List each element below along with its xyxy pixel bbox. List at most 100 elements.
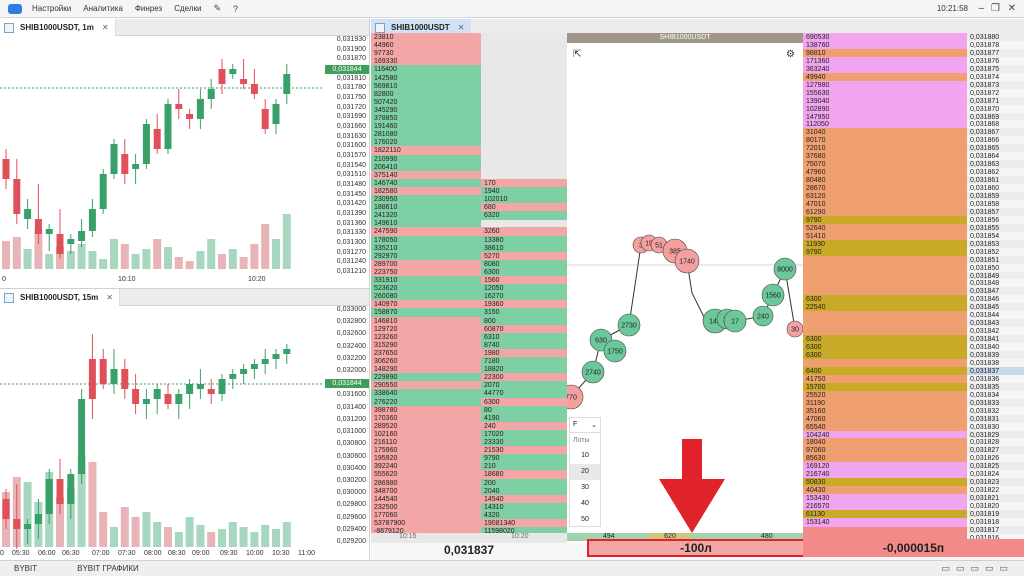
chart-15m-y-axis: 0,033000 0,032800 0,032600 0,032400 0,032200… [323, 306, 369, 546]
filter-label: F [573, 421, 578, 428]
maximize-icon[interactable]: ❐ [991, 3, 1000, 14]
volume-bar [228, 522, 237, 547]
volume-bar [153, 522, 162, 547]
y-tick-label: 0,031270 [336, 248, 366, 256]
volume-bar [88, 251, 97, 269]
y-tick-label: 0,031690 [336, 113, 366, 121]
menu-finrez[interactable]: Финрез [135, 4, 162, 13]
menu-analytics[interactable]: Аналитика [83, 4, 123, 13]
lots-option[interactable]: 30 [570, 480, 600, 496]
status-tab-bybit[interactable]: BYBIT [0, 564, 51, 573]
candle-body [110, 144, 118, 174]
chevron-down-icon: ⌄ [591, 422, 597, 429]
y-tick-label: 0,030200 [336, 476, 366, 484]
book-volume-cell[interactable]: 153140 [803, 517, 967, 527]
volume-bar [131, 254, 140, 269]
candle-body [2, 159, 10, 179]
volume-bar [99, 259, 108, 269]
position-value[interactable]: -100л [587, 539, 805, 557]
candle-body [229, 374, 237, 379]
layout-icons[interactable]: ▭▭▭▭▭ [941, 563, 1014, 574]
x-tick-label: 10:30 [272, 550, 290, 557]
filter-dropdown[interactable]: F ⌄ [570, 418, 600, 433]
candle-body [132, 164, 140, 169]
menu-bar: Настройки Аналитика Финрез Сделки ✎ ? 10… [0, 0, 1024, 18]
time-label: 10:20 [511, 533, 529, 540]
lots-option[interactable]: 20 [570, 464, 600, 480]
volume-bar [196, 251, 205, 269]
volume-bar [120, 507, 129, 547]
x-tick-label: 07:00 [92, 550, 110, 557]
bubble-label: 2730 [621, 323, 637, 330]
chart-15m-x-axis: 0 05:30 06:00 06:30 07:00 07:30 08:00 08:30 09:0… [0, 550, 324, 560]
candle-body [34, 514, 42, 524]
volume-bar [250, 244, 259, 269]
chart-1m-plot[interactable] [0, 19, 324, 287]
lots-option[interactable]: 10 [570, 448, 600, 464]
bubble-label: 1560 [765, 293, 781, 300]
status-tab-bybit-charts[interactable]: BYBIT ГРАФИКИ [63, 564, 153, 573]
candle-body [207, 389, 215, 394]
y-tick-label: 0,032000 [336, 367, 366, 375]
y-tick-label: 0,031450 [336, 190, 366, 198]
candle-body [56, 234, 64, 254]
candle-body [218, 379, 226, 394]
x-tick-label: 10:10 [118, 276, 136, 283]
bubble-label: 8000 [777, 267, 793, 274]
y-tick-label: 0,031200 [336, 415, 366, 423]
tab-close-icon[interactable]: ✕ [458, 23, 465, 32]
y-tick-label: 0,032800 [336, 318, 366, 326]
status-bar: BYBIT BYBIT ГРАФИКИ ▭▭▭▭▭ [0, 560, 1024, 576]
y-tick-label: 0,031420 [336, 200, 366, 208]
volume-bar [77, 244, 86, 269]
y-tick-label: 0,031570 [336, 152, 366, 159]
y-tick-label: 0,031300 [336, 239, 366, 246]
dom-book-volumes: 690530 138760 98810 171360 363240 49940 127980… [803, 33, 967, 543]
candle-body [121, 154, 129, 174]
x-tick-label: 0 [2, 276, 6, 283]
candle-body [186, 384, 194, 394]
y-tick-label: 0,031870 [336, 55, 366, 63]
menu-deals[interactable]: Сделки [174, 4, 201, 13]
lots-option[interactable]: 40 [570, 496, 600, 512]
candle-body [261, 359, 269, 364]
chart-15m-plot[interactable] [0, 289, 324, 560]
volume-bar [164, 247, 172, 269]
candle-body [88, 359, 96, 399]
volume-bar [88, 462, 97, 547]
y-tick-label: 0,031330 [336, 229, 366, 237]
volume-bar [250, 532, 259, 547]
candle-body [153, 389, 161, 399]
candle-body [207, 89, 215, 99]
candle-body [175, 104, 183, 109]
volume-bar [142, 249, 151, 269]
lots-selector: F ⌄ Лоты 10 20 30 40 50 [569, 417, 601, 527]
menu-settings[interactable]: Настройки [32, 4, 71, 13]
dom-price-ladder: 0,031880 0,031878 0,031877 0,031876 0,031875… [967, 33, 1024, 543]
candle-body [283, 349, 291, 354]
bubble-label: 30 [791, 327, 799, 334]
x-tick-label: 09:00 [192, 550, 210, 557]
bubble-label: 2740 [585, 370, 601, 377]
candle-body [132, 389, 140, 404]
bubble-label: 17 [731, 319, 739, 326]
y-tick-label: 0,031510 [336, 171, 366, 179]
lots-label: Лоты [573, 437, 590, 444]
close-icon[interactable]: ✕ [1008, 3, 1016, 14]
volume-bar [239, 527, 248, 547]
volume-bar [12, 237, 21, 269]
y-tick-label: 0,031810 [336, 74, 366, 82]
volume-bar [261, 224, 270, 269]
minimize-icon[interactable]: – [978, 3, 984, 14]
volume-bar [196, 525, 205, 547]
help-icon[interactable]: ? [233, 4, 238, 14]
lots-option[interactable]: 50 [570, 512, 600, 528]
volume-bar [2, 241, 10, 269]
candle-body [196, 99, 204, 119]
x-tick-label: 06:00 [38, 550, 56, 557]
candle-body [272, 104, 280, 124]
x-tick-label: 07:30 [118, 550, 136, 557]
y-tick-label: 0,031000 [336, 428, 366, 436]
pin-icon[interactable]: ✎ [213, 3, 221, 14]
y-tick-label: 0,031630 [336, 132, 366, 140]
